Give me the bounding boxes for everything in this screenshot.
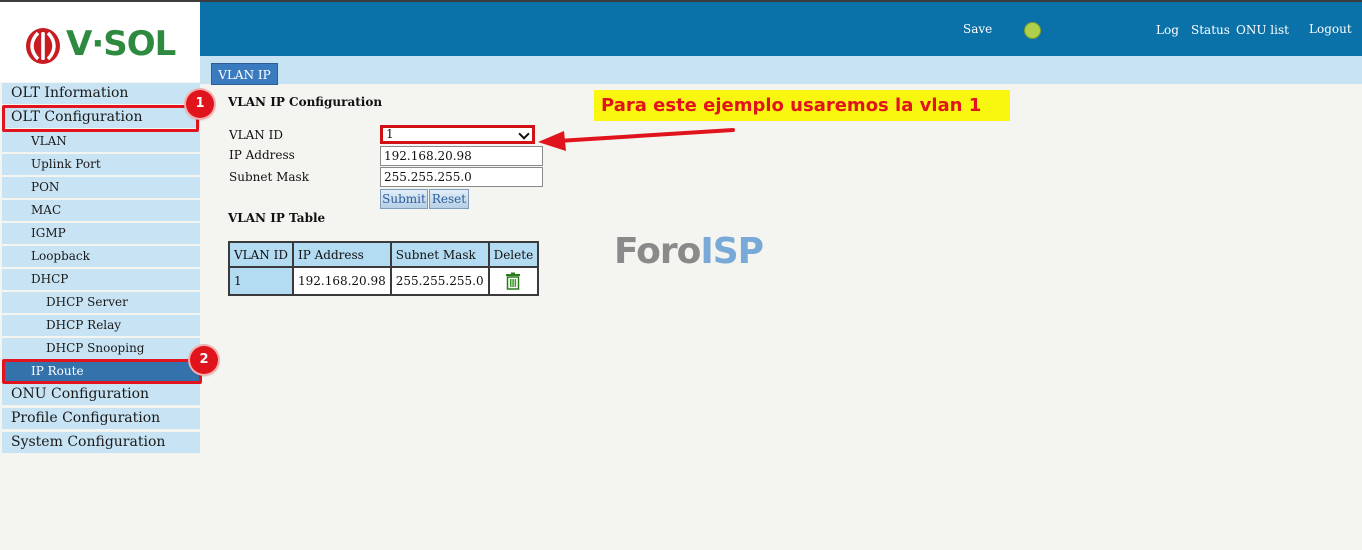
- onu-list-link[interactable]: ONU list: [1236, 23, 1289, 37]
- foroisp-watermark: ForoISP: [614, 231, 764, 272]
- cell-vlan-id: 1: [228, 266, 294, 296]
- logout-link[interactable]: Logout: [1309, 22, 1352, 36]
- table-header-row: VLAN ID IP Address Subnet Mask Delete: [228, 241, 540, 268]
- status-link[interactable]: Status: [1191, 23, 1230, 37]
- watermark-part1: Foro: [614, 231, 701, 272]
- sidebar-item-dhcp[interactable]: DHCP: [2, 269, 200, 290]
- step-badge-1: 1: [186, 90, 214, 118]
- sidebar-item-pon[interactable]: PON: [2, 177, 200, 198]
- annotation-callout: Para este ejemplo usaremos la vlan 1: [594, 90, 1010, 121]
- sidebar-item-system-configuration[interactable]: System Configuration: [2, 432, 200, 453]
- vlan-id-select-value: 1: [386, 127, 394, 141]
- column-header-subnet-mask: Subnet Mask: [389, 241, 490, 268]
- highlight-ip-route: [2, 359, 202, 384]
- sub-header-bar: [200, 56, 1362, 84]
- sidebar-item-igmp[interactable]: IGMP: [2, 223, 200, 244]
- logo-text: V·SOL: [66, 24, 176, 64]
- vlan-ip-table: VLAN ID IP Address Subnet Mask Delete 1 …: [228, 241, 540, 296]
- highlight-olt-configuration: [2, 105, 199, 132]
- save-link[interactable]: Save: [963, 22, 992, 36]
- reset-button[interactable]: Reset: [429, 189, 469, 209]
- ip-address-input[interactable]: 192.168.20.98: [380, 146, 543, 166]
- logo-area: V·SOL: [0, 2, 200, 82]
- sidebar-item-olt-information[interactable]: OLT Information: [2, 83, 200, 104]
- cell-ip-address: 192.168.20.98: [291, 266, 392, 296]
- sidebar-item-dhcp-relay[interactable]: DHCP Relay: [2, 315, 200, 336]
- cell-delete: [487, 266, 540, 296]
- sidebar-item-onu-configuration[interactable]: ONU Configuration: [2, 384, 200, 405]
- subnet-mask-input[interactable]: 255.255.255.0: [380, 167, 543, 187]
- subnet-mask-label: Subnet Mask: [229, 170, 309, 184]
- sidebar-item-loopback[interactable]: Loopback: [2, 246, 200, 267]
- cell-subnet-mask: 255.255.255.0: [389, 266, 490, 296]
- log-link[interactable]: Log: [1156, 23, 1179, 37]
- sidebar-item-uplink-port[interactable]: Uplink Port: [2, 154, 200, 175]
- chevron-down-icon: [518, 128, 530, 140]
- ip-address-label: IP Address: [229, 148, 295, 162]
- vlan-ip-configuration-title: VLAN IP Configuration: [228, 95, 383, 109]
- annotation-arrow-icon: [538, 128, 735, 151]
- column-header-delete: Delete: [487, 241, 540, 268]
- vlan-id-select[interactable]: 1: [380, 125, 535, 144]
- sidebar-item-dhcp-server[interactable]: DHCP Server: [2, 292, 200, 313]
- top-header: Save Log Status ONU list Logout: [200, 2, 1362, 56]
- step-badge-2: 2: [190, 346, 218, 374]
- submit-button[interactable]: Submit: [380, 189, 428, 209]
- status-indicator-icon: [1024, 22, 1041, 39]
- tab-vlan-ip[interactable]: VLAN IP: [211, 63, 278, 85]
- sidebar-item-mac[interactable]: MAC: [2, 200, 200, 221]
- vsol-logo-icon: [26, 28, 60, 64]
- sidebar-item-vlan[interactable]: VLAN: [2, 131, 200, 152]
- vlan-ip-table-title: VLAN IP Table: [228, 211, 326, 225]
- column-header-ip-address: IP Address: [291, 241, 392, 268]
- trash-icon[interactable]: [505, 272, 521, 290]
- sidebar-item-profile-configuration[interactable]: Profile Configuration: [2, 408, 200, 429]
- sidebar-item-dhcp-snooping[interactable]: DHCP Snooping: [2, 338, 200, 359]
- column-header-vlan-id: VLAN ID: [228, 241, 294, 268]
- table-row: 1 192.168.20.98 255.255.255.0: [228, 266, 540, 296]
- vlan-id-label: VLAN ID: [229, 128, 283, 142]
- watermark-part2: ISP: [700, 231, 764, 272]
